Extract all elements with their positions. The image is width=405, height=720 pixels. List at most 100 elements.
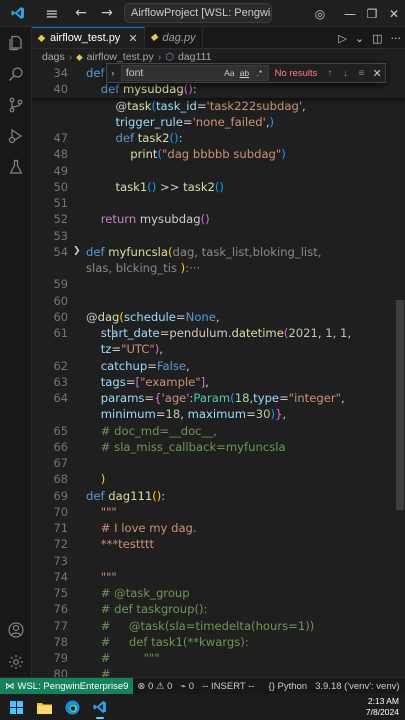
- python-interpreter[interactable]: 3.9.18 ('venv': venv): [311, 681, 403, 692]
- code-line[interactable]: trigger_rule='none_failed',): [32, 114, 405, 130]
- tab-close-icon[interactable]: ✕: [128, 32, 137, 45]
- run-debug-icon[interactable]: [0, 120, 32, 152]
- toggle-replace-chevron-icon[interactable]: ›: [107, 68, 119, 78]
- code-line[interactable]: 77 # @task(sla=timedelta(hours=1)): [32, 618, 405, 634]
- split-editor-icon[interactable]: ◫: [372, 32, 382, 45]
- remote-label: WSL: PengwinEnterprise9: [17, 680, 129, 692]
- code-line[interactable]: 48 print("dag bbbbb subdag"): [32, 146, 405, 162]
- code-line[interactable]: 60 @dag(schedule=None,: [32, 309, 405, 325]
- code-text: @task(task_id='task222subdag',: [86, 98, 305, 114]
- problems-indicator[interactable]: ⊗ 0 ⚠ 0: [133, 681, 176, 692]
- code-line[interactable]: 53: [32, 228, 405, 244]
- ports-indicator[interactable]: ⌁ 0: [176, 681, 198, 692]
- next-match-arrow-icon[interactable]: ↓: [338, 68, 354, 79]
- code-token: """: [100, 504, 117, 519]
- code-line[interactable]: minimum=18, maximum=30)},: [32, 406, 405, 422]
- breadcrumb-symbol[interactable]: dag111: [178, 51, 211, 63]
- code-line[interactable]: 63 tags=["example"],: [32, 374, 405, 390]
- match-case-toggle[interactable]: Aa: [222, 68, 237, 78]
- line-number: 47: [53, 131, 69, 145]
- run-file-icon[interactable]: ▷: [338, 32, 346, 45]
- editor-scrollbar[interactable]: [395, 65, 405, 677]
- breadcrumb-file[interactable]: airflow_test.py: [87, 51, 154, 63]
- find-in-selection-icon[interactable]: ≡: [353, 68, 369, 79]
- code-line[interactable]: 78 # def task1(**kwargs):: [32, 634, 405, 650]
- code-line[interactable]: 68 ): [32, 471, 405, 487]
- code-line[interactable]: 72 ***testttt: [32, 536, 405, 552]
- command-center[interactable]: AirflowProject [WSL: PengwinEnterpri: [124, 3, 272, 23]
- code-line[interactable]: 51: [32, 195, 405, 211]
- scrollbar-thumb[interactable]: [396, 300, 404, 510]
- use-regex-toggle[interactable]: .*: [252, 68, 267, 78]
- code-token: 'none_failed': [192, 114, 266, 129]
- code-line[interactable]: 79 # """: [32, 650, 405, 666]
- source-control-icon[interactable]: [0, 89, 32, 121]
- tab-dag[interactable]: ⬥ dag.py: [145, 27, 203, 48]
- windows-start-icon[interactable]: [4, 695, 28, 719]
- testing-flask-icon[interactable]: [0, 151, 32, 183]
- find-query[interactable]: font: [122, 67, 222, 79]
- code-line[interactable]: 47 def task2():: [32, 130, 405, 146]
- breadcrumb-folder[interactable]: dags: [42, 51, 65, 63]
- restore-icon[interactable]: ❐: [361, 7, 383, 21]
- symbol-function-icon: ⬡: [165, 51, 174, 63]
- code-token: 30: [255, 407, 271, 422]
- code-line[interactable]: 66 # sla_miss_callback=myfuncsla: [32, 439, 405, 455]
- code-line[interactable]: 52 return mysubdag(): [32, 211, 405, 227]
- code-line[interactable]: 50 task1() >> task2(): [32, 179, 405, 195]
- code-line[interactable]: 71 # I love my dag.: [32, 520, 405, 536]
- hamburger-menu-icon[interactable]: ≡: [36, 4, 68, 23]
- code-line[interactable]: 49: [32, 163, 405, 179]
- code-token: 18: [165, 407, 181, 422]
- run-dropdown-icon[interactable]: ⌄: [355, 32, 364, 45]
- code-text: start_date=pendulum.datetime(2021, 1, 1,: [86, 325, 351, 341]
- settings-gear-icon[interactable]: [0, 646, 32, 678]
- more-actions-icon[interactable]: ···: [391, 32, 402, 45]
- system-clock[interactable]: 2:13 AM 7/8/2024: [366, 696, 399, 718]
- code-line[interactable]: 59: [32, 276, 405, 292]
- code-line[interactable]: 64 params={'age':Param(18,type="integer"…: [32, 390, 405, 406]
- code-line[interactable]: 65 # doc_md=__doc__,: [32, 423, 405, 439]
- code-line[interactable]: slas, blcking_tis ):···: [32, 260, 405, 276]
- close-find-icon[interactable]: ✕: [369, 67, 385, 80]
- code-token: =: [147, 358, 157, 373]
- clock-time: 2:13 AM: [367, 696, 399, 706]
- code-line[interactable]: 76 # def taskgroup():: [32, 601, 405, 617]
- close-icon[interactable]: ✕: [383, 7, 405, 21]
- code-line[interactable]: 67: [32, 455, 405, 471]
- code-line[interactable]: 74 """: [32, 569, 405, 585]
- previous-match-arrow-icon[interactable]: ↑: [322, 68, 338, 79]
- match-whole-word-toggle[interactable]: ab: [237, 68, 252, 78]
- code-line[interactable]: 70 """: [32, 504, 405, 520]
- code-line[interactable]: 80 #: [32, 666, 405, 677]
- search-icon[interactable]: [0, 58, 32, 90]
- code-editor[interactable]: 34 def 40 def mysubdag(): @task(task_id='t…: [32, 65, 405, 677]
- account-icon[interactable]: [0, 614, 32, 646]
- code-line[interactable]: @task(task_id='task222subdag',: [32, 98, 405, 114]
- tab-airflow-test[interactable]: ⬥ airflow_test.py ✕: [32, 27, 145, 48]
- code-line[interactable]: 54 def myfuncsla(dag, task_list,bloking_l…: [32, 244, 405, 260]
- edge-browser-icon[interactable]: [60, 695, 84, 719]
- code-line[interactable]: 61 start_date=pendulum.datetime(2021, 1,…: [32, 325, 405, 341]
- code-line[interactable]: 75 # @task_group: [32, 585, 405, 601]
- remote-indicator[interactable]: ⋈ WSL: PengwinEnterprise9: [0, 677, 134, 695]
- code-line[interactable]: tz="UTC"),: [32, 341, 405, 357]
- explorer-icon[interactable]: [0, 27, 32, 59]
- language-mode[interactable]: {} Python: [265, 681, 312, 692]
- code-line[interactable]: 69 def dag111():: [32, 488, 405, 504]
- copilot-icon[interactable]: ◎: [309, 7, 331, 21]
- find-input[interactable]: font Aa ab .*: [120, 65, 269, 81]
- forward-arrow-icon[interactable]: →: [94, 5, 120, 21]
- code-line[interactable]: 60: [32, 293, 405, 309]
- file-explorer-icon[interactable]: [32, 695, 56, 719]
- fold-chevron-icon[interactable]: ❯: [73, 246, 81, 256]
- code-token: params: [100, 391, 145, 405]
- code-line[interactable]: 62 catchup=False,: [32, 358, 405, 374]
- vscode-taskbar-icon[interactable]: [88, 695, 112, 719]
- back-arrow-icon[interactable]: ←: [68, 5, 94, 21]
- minimize-icon[interactable]: —: [339, 7, 361, 21]
- code-line[interactable]: 73: [32, 553, 405, 569]
- code-token: print: [130, 147, 158, 162]
